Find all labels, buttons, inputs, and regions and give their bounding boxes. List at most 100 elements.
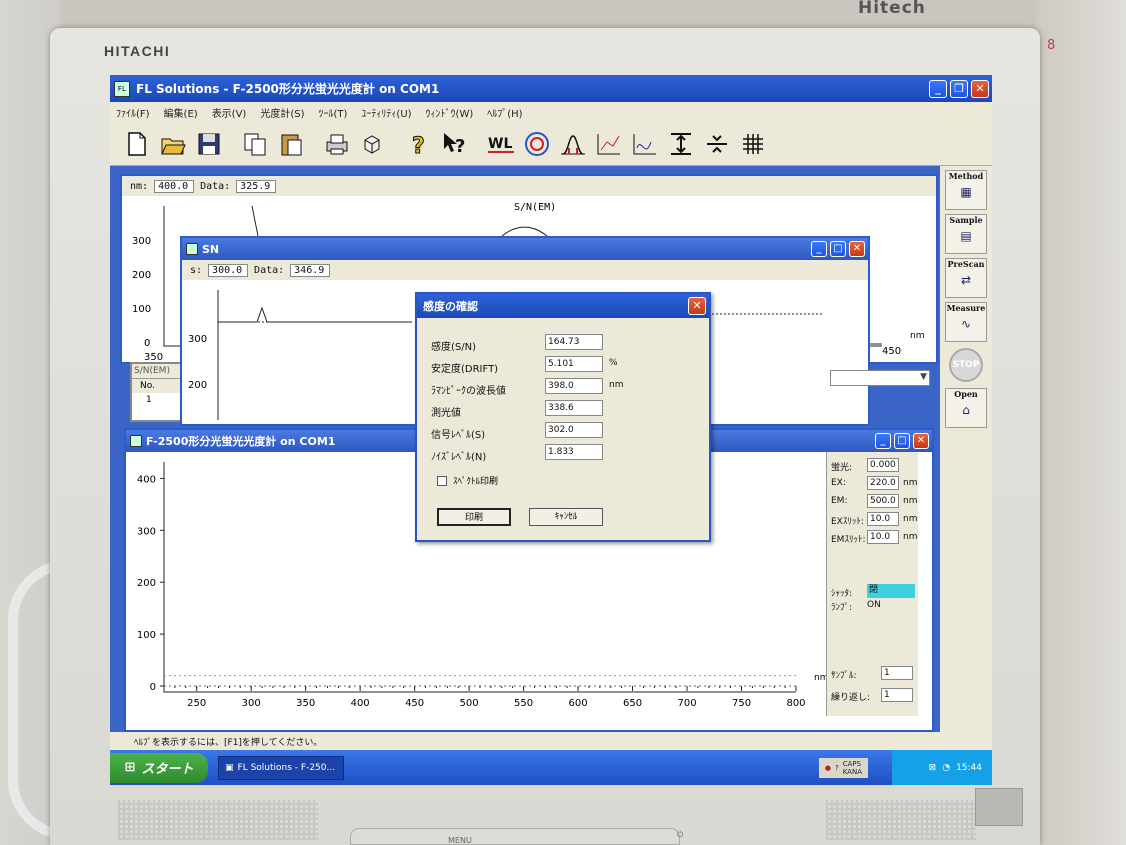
measure-icon: ∿ — [960, 317, 972, 331]
baseline-button[interactable] — [592, 126, 626, 162]
open-button[interactable]: Open ⌂ — [945, 388, 987, 428]
taskbar-item-fl-solutions[interactable]: ▣ FL Solutions - F-250... — [218, 755, 344, 780]
fluorescence-value: 0.000 — [867, 458, 899, 472]
graph-minimize-button[interactable]: _ — [875, 433, 891, 449]
save-button[interactable] — [192, 126, 226, 162]
open-door-icon: ⌂ — [962, 403, 970, 417]
menu-help[interactable]: ﾍﾙﾌﾟ(H) — [487, 105, 522, 120]
y-tick-label: 400 — [137, 474, 156, 485]
menu-file[interactable]: ﾌｧｲﾙ(F) — [116, 105, 150, 120]
open-file-button[interactable] — [156, 126, 190, 162]
sn-close-button[interactable]: ✕ — [849, 241, 865, 257]
cubes-button[interactable] — [356, 126, 390, 162]
dialog-value-raman: 398.0 — [545, 378, 603, 394]
sn-list-col: No. — [132, 378, 186, 393]
start-button[interactable]: ⊞ スタート — [110, 752, 208, 783]
dialog-value-signal: 302.0 — [545, 422, 603, 438]
sn-s-value: 300.0 — [208, 263, 249, 277]
menu-spectrometer[interactable]: 光度計(S) — [260, 105, 304, 120]
svg-text:100: 100 — [132, 304, 151, 315]
graph-maximize-button[interactable]: □ — [894, 433, 910, 449]
measure-button[interactable]: Measure ∿ — [945, 302, 987, 342]
fl-app-icon: ▣ — [225, 762, 234, 773]
checkbox-box[interactable] — [437, 475, 447, 486]
main-window-title: FL Solutions - F-2500形分光蛍光光度計 on COM1 — [136, 82, 440, 96]
dialog-label-signal: 信号ﾚﾍﾞﾙ(S) — [431, 430, 486, 441]
em-value: 500.0 — [867, 494, 899, 508]
x-tick-label: 650 — [623, 698, 642, 709]
paste-button[interactable] — [274, 126, 308, 162]
dialog-title: 感度の確認 — [423, 300, 478, 313]
list-item[interactable]: 1 — [132, 393, 186, 407]
menu-tools[interactable]: ﾂｰﾙ(T) — [319, 105, 348, 120]
sample-button[interactable]: Sample ▤ — [945, 214, 987, 254]
scale-shrink-button[interactable] — [700, 126, 734, 162]
x-tick-label: 550 — [514, 698, 533, 709]
menu-utility[interactable]: ﾕｰﾃｨﾘﾃｨ(U) — [361, 105, 411, 120]
method-button[interactable]: Method ▦ — [945, 170, 987, 210]
x-tick-label: 800 — [786, 698, 805, 709]
context-help-button[interactable]: ? — [438, 126, 472, 162]
restore-button[interactable]: ❐ — [950, 79, 968, 98]
sn-maximize-button[interactable]: □ — [830, 241, 846, 257]
x-axis-label: nm — [814, 673, 826, 683]
dialog-titlebar[interactable]: 感度の確認 ✕ — [417, 294, 709, 318]
grid-button[interactable] — [736, 126, 770, 162]
x-tick-label: 700 — [677, 698, 696, 709]
scale-expand-button[interactable] — [664, 126, 698, 162]
stop-button[interactable]: STOP — [949, 348, 983, 382]
sn-titlebar[interactable]: SN _ □ ✕ — [182, 238, 868, 260]
prescan-button[interactable]: PreScan ⇄ — [945, 258, 987, 298]
dialog-label-raman: ﾗﾏﾝﾋﾟｰｸの波長値 — [431, 386, 506, 397]
sn-list-header: S/N(EM) — [132, 364, 186, 378]
cancel-button[interactable]: ｷｬﾝｾﾙ — [529, 508, 603, 526]
peak-button[interactable] — [556, 126, 590, 162]
dialog-close-button[interactable]: ✕ — [688, 297, 706, 315]
print-dialog-button[interactable]: 印刷 — [437, 508, 511, 526]
wl-label: WL — [488, 136, 512, 152]
menu-window[interactable]: ｳｨﾝﾄﾞｳ(W) — [426, 105, 474, 120]
peak-icon — [561, 134, 585, 155]
derivative-button[interactable] — [628, 126, 662, 162]
help-button[interactable]: ? — [402, 126, 436, 162]
copy-button[interactable] — [238, 126, 272, 162]
new-file-button[interactable] — [120, 126, 154, 162]
volume-icon[interactable]: ◔ — [942, 763, 950, 773]
menu-edit[interactable]: 編集(E) — [164, 105, 198, 120]
menu-view[interactable]: 表示(V) — [212, 105, 247, 120]
autozero-button[interactable] — [520, 126, 554, 162]
ime-icon: ● — [824, 764, 831, 772]
grid-icon — [743, 133, 763, 154]
y-tick-label: 0 — [150, 682, 156, 693]
context-help-icon: ? — [444, 132, 465, 157]
network-icon[interactable]: ⊠ — [929, 763, 937, 773]
sn-minimize-button[interactable]: _ — [811, 241, 827, 257]
svg-text:?: ? — [455, 136, 465, 157]
derivative-icon — [633, 133, 656, 154]
wavelength-button[interactable]: WL — [484, 126, 518, 162]
clock[interactable]: 15:44 — [956, 763, 982, 773]
dialog-value-photometric: 338.6 — [545, 400, 603, 416]
x-tick-label: 450 — [405, 698, 424, 709]
spectrum-print-checkbox[interactable]: ｽﾍﾟｸﾄﾙ印刷 — [437, 474, 498, 487]
ime-bar[interactable]: ● ? CAPS KANA — [818, 758, 868, 778]
y-tick-label: 200 — [137, 578, 156, 589]
dialog-value-sn: 164.73 — [545, 334, 603, 350]
bezel-power-icon[interactable]: ⏻ — [677, 830, 683, 840]
monitor-badge — [975, 788, 1023, 826]
print-button[interactable] — [320, 126, 354, 162]
toolbar: ? ? WL — [110, 122, 992, 166]
graph-close-button[interactable]: ✕ — [913, 433, 929, 449]
statusbar: ﾍﾙﾌﾟを表示するには、[F1]を押してください。 — [110, 732, 992, 750]
main-titlebar[interactable]: FL FL Solutions - F-2500形分光蛍光光度計 on COM1… — [110, 75, 992, 102]
dialog-label-photometric: 測光値 — [431, 408, 461, 419]
svg-text:300: 300 — [132, 236, 151, 247]
sn-window-icon — [186, 243, 198, 255]
fl-app-icon: FL — [114, 80, 130, 97]
shrink-vertical-icon — [707, 134, 727, 153]
svg-text:450: 450 — [882, 346, 901, 357]
minimize-button[interactable]: _ — [929, 79, 947, 98]
svg-text:300: 300 — [188, 334, 207, 345]
close-button[interactable]: ✕ — [971, 79, 989, 98]
method-dropdown[interactable]: ▼ — [830, 370, 930, 386]
